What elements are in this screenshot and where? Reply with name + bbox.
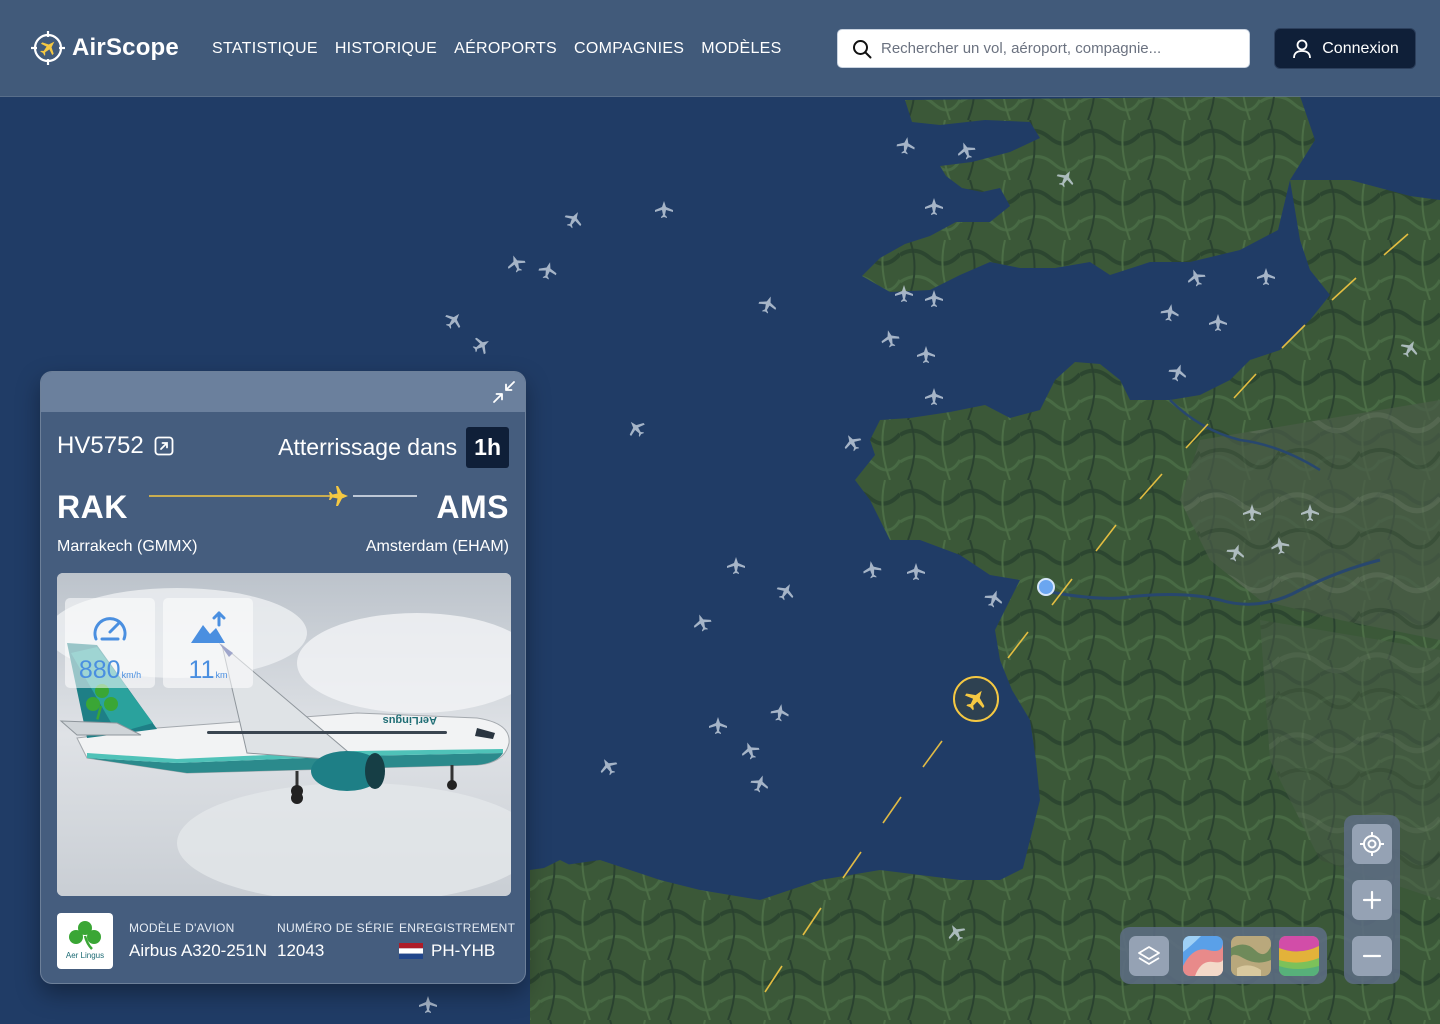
map-controls xyxy=(1344,815,1400,984)
layers-icon xyxy=(1138,946,1160,965)
registration-value: PH-YHB xyxy=(431,941,496,960)
nav-item-compagnies[interactable]: COMPAGNIES xyxy=(574,38,684,60)
origin-city: Marrakech (GMMX) xyxy=(57,538,198,555)
speedometer-icon xyxy=(93,617,127,641)
serial-label: NUMÉRO DE SÉRIE xyxy=(277,921,395,935)
model-value: Airbus A320-251N xyxy=(129,941,267,960)
origin-code: RAK xyxy=(57,489,128,525)
destination-code: AMS xyxy=(436,489,509,525)
minus-icon xyxy=(1362,954,1382,958)
location-marker xyxy=(1037,578,1055,596)
route-progress xyxy=(149,486,417,506)
livery-text: AerLingus xyxy=(383,714,437,726)
locate-button[interactable] xyxy=(1352,824,1392,864)
map-layer-switcher xyxy=(1120,927,1327,984)
login-button[interactable]: Connexion xyxy=(1274,28,1416,69)
speed-unit: km/h xyxy=(121,670,142,680)
nav-item-statistique[interactable]: STATISTIQUE xyxy=(212,38,318,60)
serial-value: 12043 xyxy=(277,941,325,960)
altitude-stat: 11 km xyxy=(163,598,253,688)
landing-label: Atterrissage dans xyxy=(278,434,458,460)
flight-number[interactable]: HV5752 xyxy=(57,432,174,460)
nav-item-historique[interactable]: HISTORIQUE xyxy=(335,38,437,60)
model-label: MODÈLE D'AVION xyxy=(129,921,235,935)
airline-logo[interactable]: Aer Lingus xyxy=(57,913,113,969)
layers-button[interactable] xyxy=(1129,936,1169,976)
nav-item-aeroports[interactable]: AÉROPORTS xyxy=(454,38,557,60)
registration-info: ENREGISTREMENT PH-YHB xyxy=(399,921,515,961)
layer-option-heatmap[interactable] xyxy=(1279,936,1319,976)
brand-name: AirScope xyxy=(72,34,179,61)
speed-stat: 880 km/h xyxy=(65,598,155,688)
search-input[interactable] xyxy=(881,40,1241,57)
netherlands-flag-icon xyxy=(399,943,423,959)
collapse-icon[interactable] xyxy=(491,379,517,405)
shamrock-icon xyxy=(69,921,101,950)
selected-flight-marker xyxy=(953,676,999,722)
altitude-number: 11 xyxy=(188,656,215,684)
search-bar[interactable] xyxy=(837,29,1250,68)
flight-number-text: HV5752 xyxy=(57,432,144,459)
flight-detail-card: HV5752 Atterrissage dans 1h RAK AMS Marr… xyxy=(40,371,526,984)
top-navigation-bar: AirScope STATISTIQUE HISTORIQUE AÉROPORT… xyxy=(0,0,1440,97)
layer-option-terrain[interactable] xyxy=(1231,936,1271,976)
altitude-value: 11 km xyxy=(189,656,228,685)
external-link-icon[interactable] xyxy=(154,436,174,456)
registration-label: ENREGISTREMENT xyxy=(399,921,516,935)
serial-info: NUMÉRO DE SÉRIE 12043 xyxy=(277,921,394,961)
card-header xyxy=(41,372,525,412)
plane-crosshair-icon xyxy=(31,31,65,65)
altitude-icon xyxy=(191,611,226,643)
airline-name: Aer Lingus xyxy=(65,951,105,960)
main-nav: STATISTIQUE HISTORIQUE AÉROPORTS COMPAGN… xyxy=(212,38,799,60)
model-info: MODÈLE D'AVION Airbus A320-251N xyxy=(129,921,267,961)
speed-number: 880 xyxy=(78,656,121,684)
landing-info: Atterrissage dans 1h xyxy=(278,427,509,468)
login-label: Connexion xyxy=(1322,39,1399,57)
destination-city: Amsterdam (EHAM) xyxy=(365,538,509,555)
zoom-in-button[interactable] xyxy=(1352,880,1392,920)
plus-icon xyxy=(1362,890,1382,910)
speed-value: 880 km/h xyxy=(79,656,141,685)
crosshair-icon xyxy=(1360,832,1384,856)
landing-time-badge: 1h xyxy=(466,427,509,468)
user-icon xyxy=(1293,39,1312,58)
route-plane-icon xyxy=(329,486,348,506)
altitude-unit: km xyxy=(215,670,228,680)
registration-row: PH-YHB xyxy=(399,941,515,961)
search-icon xyxy=(853,39,872,58)
layer-option-weather[interactable] xyxy=(1183,936,1223,976)
zoom-out-button[interactable] xyxy=(1352,936,1392,976)
brand[interactable]: AirScope xyxy=(30,29,179,67)
nav-item-modeles[interactable]: MODÈLES xyxy=(701,38,781,60)
